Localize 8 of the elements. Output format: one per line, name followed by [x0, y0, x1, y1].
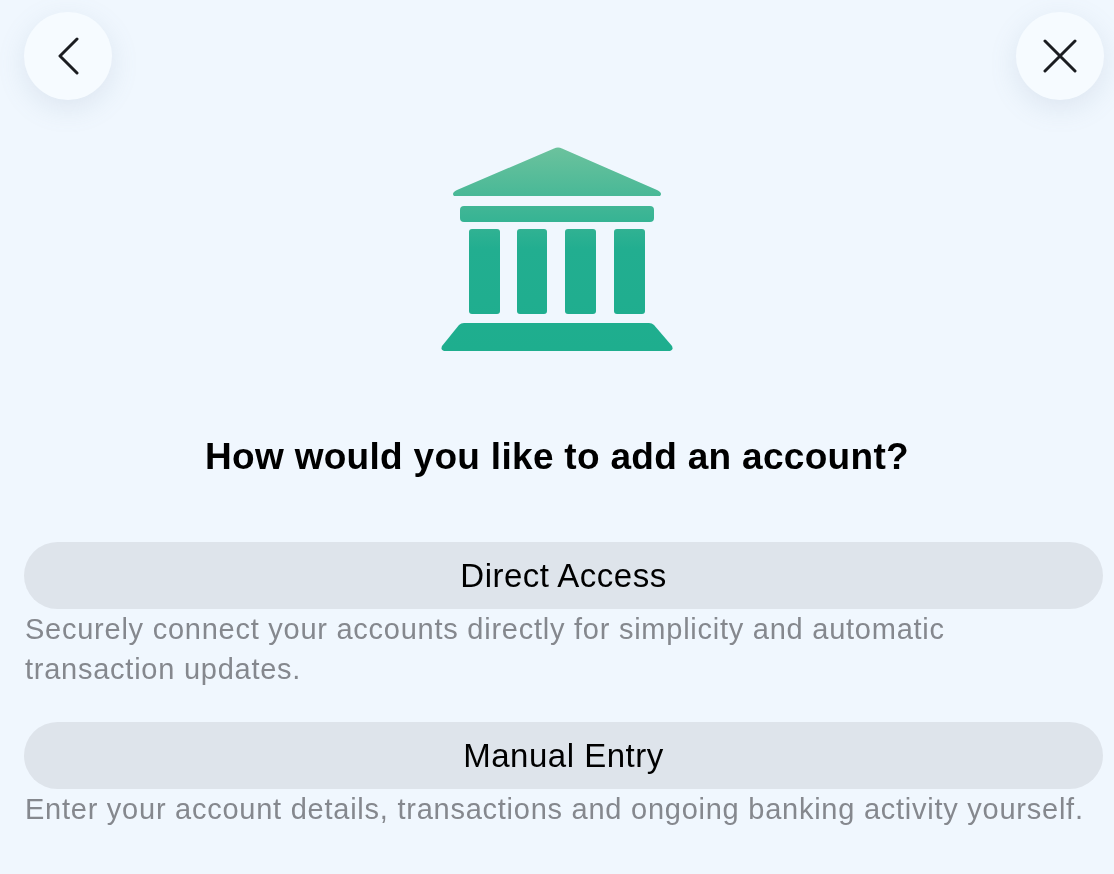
close-icon [1043, 39, 1077, 73]
option-description: Enter your account details, transactions and ongoing banking activity yourself. [24, 792, 1085, 827]
option-button[interactable]: Direct Access [24, 542, 1103, 609]
page-title: How would you like to add an account? [204, 435, 910, 479]
bank-icon [441, 147, 673, 351]
option-description: Securely connect your accounts directly for simplicity and automatic transaction updates. [24, 612, 946, 687]
option-button[interactable]: Manual Entry [24, 722, 1103, 789]
chevron-left-icon [57, 37, 79, 75]
